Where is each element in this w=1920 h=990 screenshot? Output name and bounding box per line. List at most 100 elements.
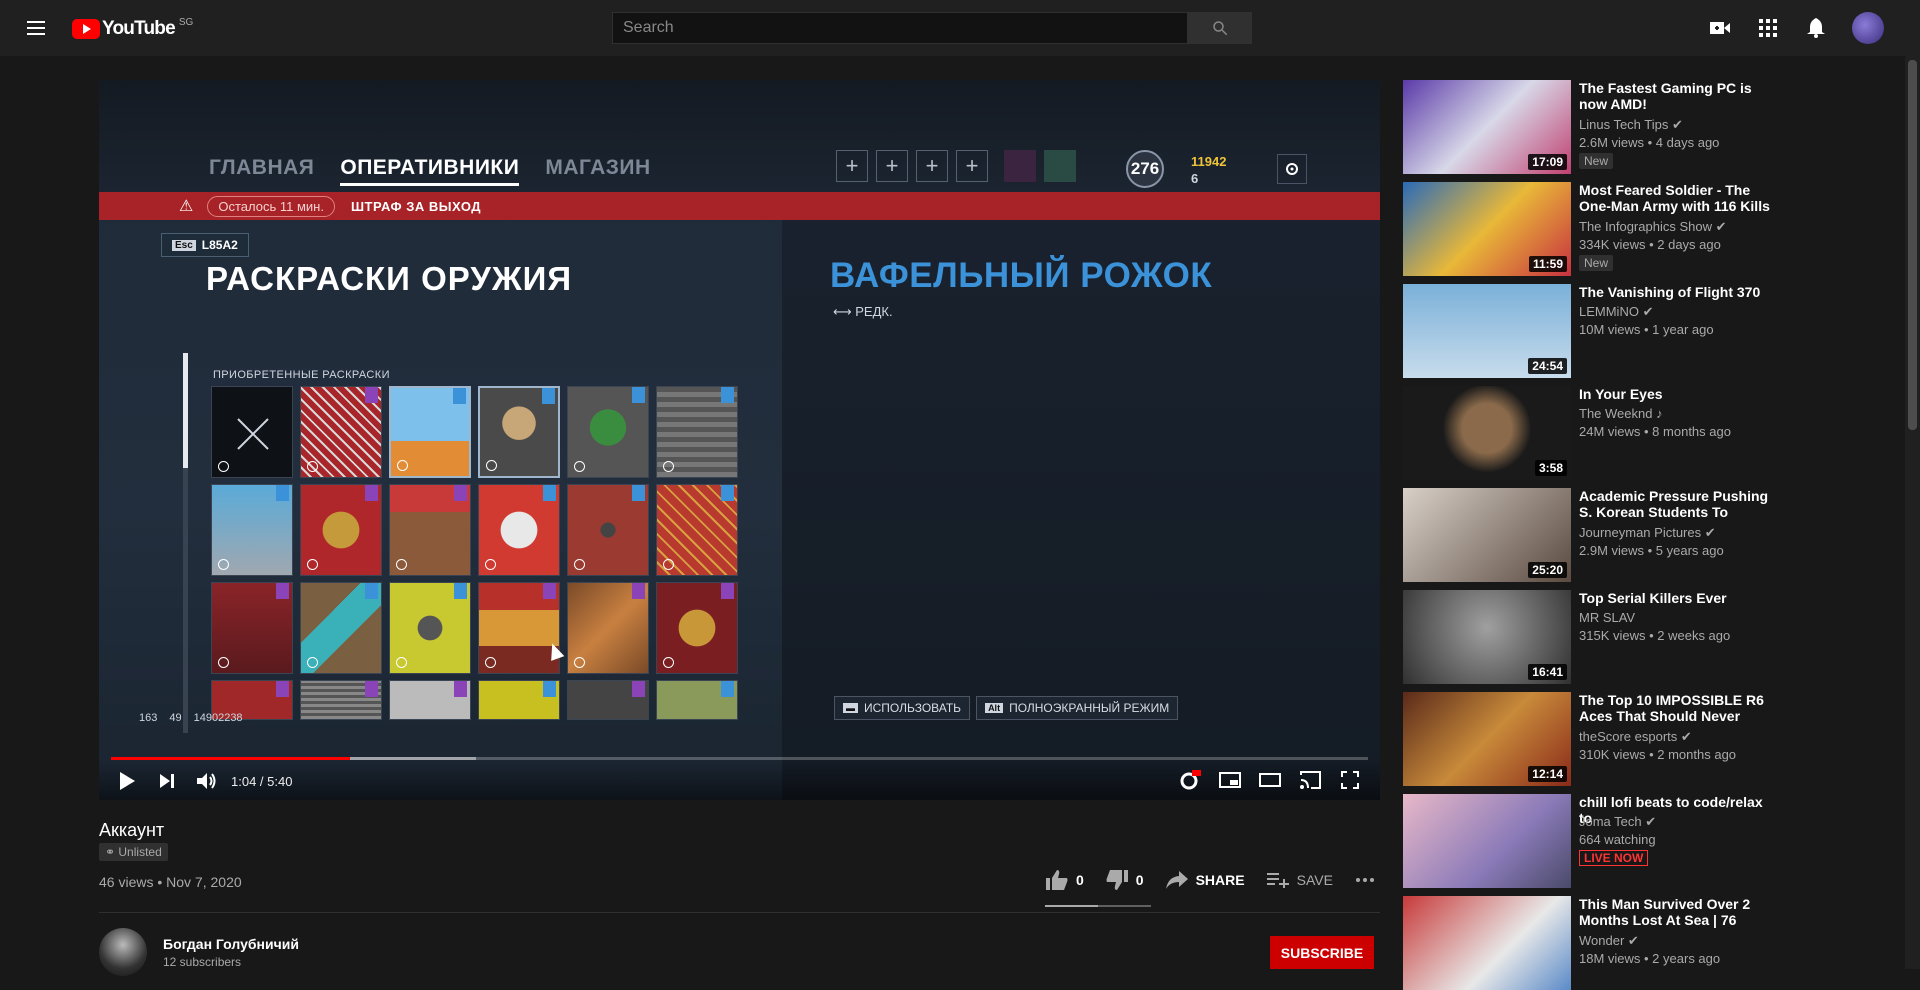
video-thumbnail[interactable] [1403,794,1571,888]
recommendation-item[interactable]: This Man Survived Over 2 Months Lost At … [1403,896,1783,990]
game-currency: 11942 6 [1191,153,1226,187]
volume-button[interactable] [187,763,227,799]
rec-title[interactable]: The Fastest Gaming PC is now AMD! [1579,80,1779,112]
rec-channel[interactable]: LEMMiNO ✔ [1579,304,1653,320]
create-video-icon[interactable] [1708,16,1732,40]
rec-meta: 18M views • 2 years ago [1579,951,1721,966]
youtube-logo[interactable]: YouTube SG [72,17,193,40]
verified-icon: ✔ [1672,117,1683,132]
video-thumbnail[interactable]: 24:54 [1403,284,1571,378]
recommendation-item[interactable]: 24:54 The Vanishing of Flight 370 LEMMiN… [1403,284,1783,378]
page-scrollbar[interactable] [1905,56,1920,969]
recommendation-item[interactable]: 17:09 The Fastest Gaming PC is now AMD! … [1403,80,1783,174]
skin-tile [211,484,293,576]
theater-mode-button[interactable] [1250,762,1290,798]
duration-badge: 24:54 [1528,358,1567,374]
search-input[interactable] [612,12,1188,44]
apps-grid-icon[interactable] [1756,16,1780,40]
fullscreen-button[interactable] [1330,762,1370,798]
video-thumbnail[interactable]: 3:58 [1403,386,1571,480]
verified-icon: ✔ [1680,729,1692,744]
skin-tile [478,484,560,576]
skin-tile [567,484,649,576]
recommendation-item[interactable]: 3:58 In Your Eyes The Weeknd ♪ 24M views… [1403,386,1783,480]
rec-meta: 24M views • 8 months ago [1579,424,1731,439]
game-slot: + [956,150,988,182]
key-hint: ▬ [843,703,858,713]
search-box [612,12,1252,44]
account-avatar[interactable] [1852,12,1884,44]
sentiment-bar [1045,905,1151,907]
skin-tile [300,386,382,478]
skin-tile [567,386,649,478]
game-penalty-banner: ⚠ Осталось 11 мин. ШТРАФ ЗА ВЫХОД [99,192,1380,220]
video-player[interactable]: ГЛАВНАЯ ОПЕРАТИВНИКИ МАГАЗИН + + + + 276… [99,80,1380,800]
more-horizontal-icon [1355,878,1374,882]
rec-channel[interactable]: theScore esports ✔ [1579,729,1692,745]
player-right-controls [1170,762,1370,798]
rec-channel[interactable]: Linus Tech Tips ✔ [1579,117,1683,133]
rec-title[interactable]: Top Serial Killers Ever [1579,590,1779,606]
video-thumbnail[interactable] [1403,896,1571,990]
rec-channel[interactable]: The Weeknd ♪ [1579,406,1663,421]
rec-channel[interactable]: MR SLAV [1579,610,1635,625]
channel-name[interactable]: Богдан Голубничий [163,936,299,952]
game-renown-badge: 276 [1126,150,1164,188]
video-title: Аккаунт [99,820,165,840]
progress-bar[interactable] [111,757,1368,760]
video-thumbnail[interactable]: 16:41 [1403,590,1571,684]
duration-badge: 25:20 [1528,562,1567,578]
game-heading: РАСКРАСКИ ОРУЖИЯ [206,260,573,297]
next-button[interactable] [147,763,187,799]
share-button[interactable]: SHARE [1165,871,1245,889]
rec-title[interactable]: Academic Pressure Pushing S. Korean Stud… [1579,488,1779,520]
settings-button[interactable] [1170,762,1210,798]
subscribe-button[interactable]: SUBSCRIBE [1270,936,1374,969]
game-timer: Осталось 11 мин. [207,195,335,217]
video-thumbnail[interactable]: 11:59 [1403,182,1571,276]
masthead: YouTube SG [0,0,1920,56]
dislike-count: 0 [1135,872,1144,888]
rec-channel[interactable]: Journeyman Pictures ✔ [1579,525,1716,541]
game-skin-grid [211,386,738,772]
video-thumbnail[interactable]: 12:14 [1403,692,1571,786]
rec-channel-name: Joma Tech [1579,814,1642,829]
recommendation-item[interactable]: chill lofi beats to code/relax to Joma T… [1403,794,1783,888]
recommendation-item[interactable]: 11:59 Most Feared Soldier - The One-Man … [1403,182,1783,276]
more-actions-button[interactable] [1355,877,1375,883]
skin-tile [567,680,649,720]
rec-title[interactable]: The Vanishing of Flight 370 [1579,284,1779,300]
volume-icon [197,773,216,789]
video-thumbnail[interactable]: 17:09 [1403,80,1571,174]
rec-channel[interactable]: Wonder ✔ [1579,933,1639,949]
rec-title[interactable]: Most Feared Soldier - The One-Man Army w… [1579,182,1779,214]
video-thumbnail[interactable]: 25:20 [1403,488,1571,582]
recommendation-item[interactable]: 25:20 Academic Pressure Pushing S. Korea… [1403,488,1783,582]
play-button[interactable] [107,763,147,799]
rec-title[interactable]: This Man Survived Over 2 Months Lost At … [1579,896,1779,928]
skin-tile [478,680,560,720]
rec-meta: 2.9M views • 5 years ago [1579,543,1724,558]
miniplayer-button[interactable] [1210,762,1250,798]
notifications-bell-icon[interactable] [1804,16,1828,40]
rec-title[interactable]: The Top 10 IMPOSSIBLE R6 Aces That Shoul… [1579,692,1779,724]
search-button[interactable] [1188,12,1252,44]
like-button[interactable]: 0 [1046,870,1084,890]
skin-tile [389,484,471,576]
rec-channel[interactable]: Joma Tech ✔ [1579,814,1656,830]
dislike-button[interactable]: 0 [1106,870,1144,890]
cast-button[interactable] [1290,762,1330,798]
guide-menu-icon[interactable] [24,16,48,40]
recommendation-item[interactable]: 16:41 Top Serial Killers Ever MR SLAV 31… [1403,590,1783,684]
recommendation-item[interactable]: 12:14 The Top 10 IMPOSSIBLE R6 Aces That… [1403,692,1783,786]
skin-tile [389,582,471,674]
game-player-icon [1004,150,1036,182]
skin-tile [211,386,293,478]
next-icon [160,774,174,788]
save-button[interactable]: SAVE [1266,872,1333,888]
rec-channel[interactable]: The Infographics Show ✔ [1579,219,1727,235]
game-action-use: ▬ ИСПОЛЬЗОВАТЬ [834,696,971,720]
theater-icon [1259,773,1281,787]
rec-title[interactable]: In Your Eyes [1579,386,1779,402]
scrollbar-thumb[interactable] [1908,60,1917,430]
